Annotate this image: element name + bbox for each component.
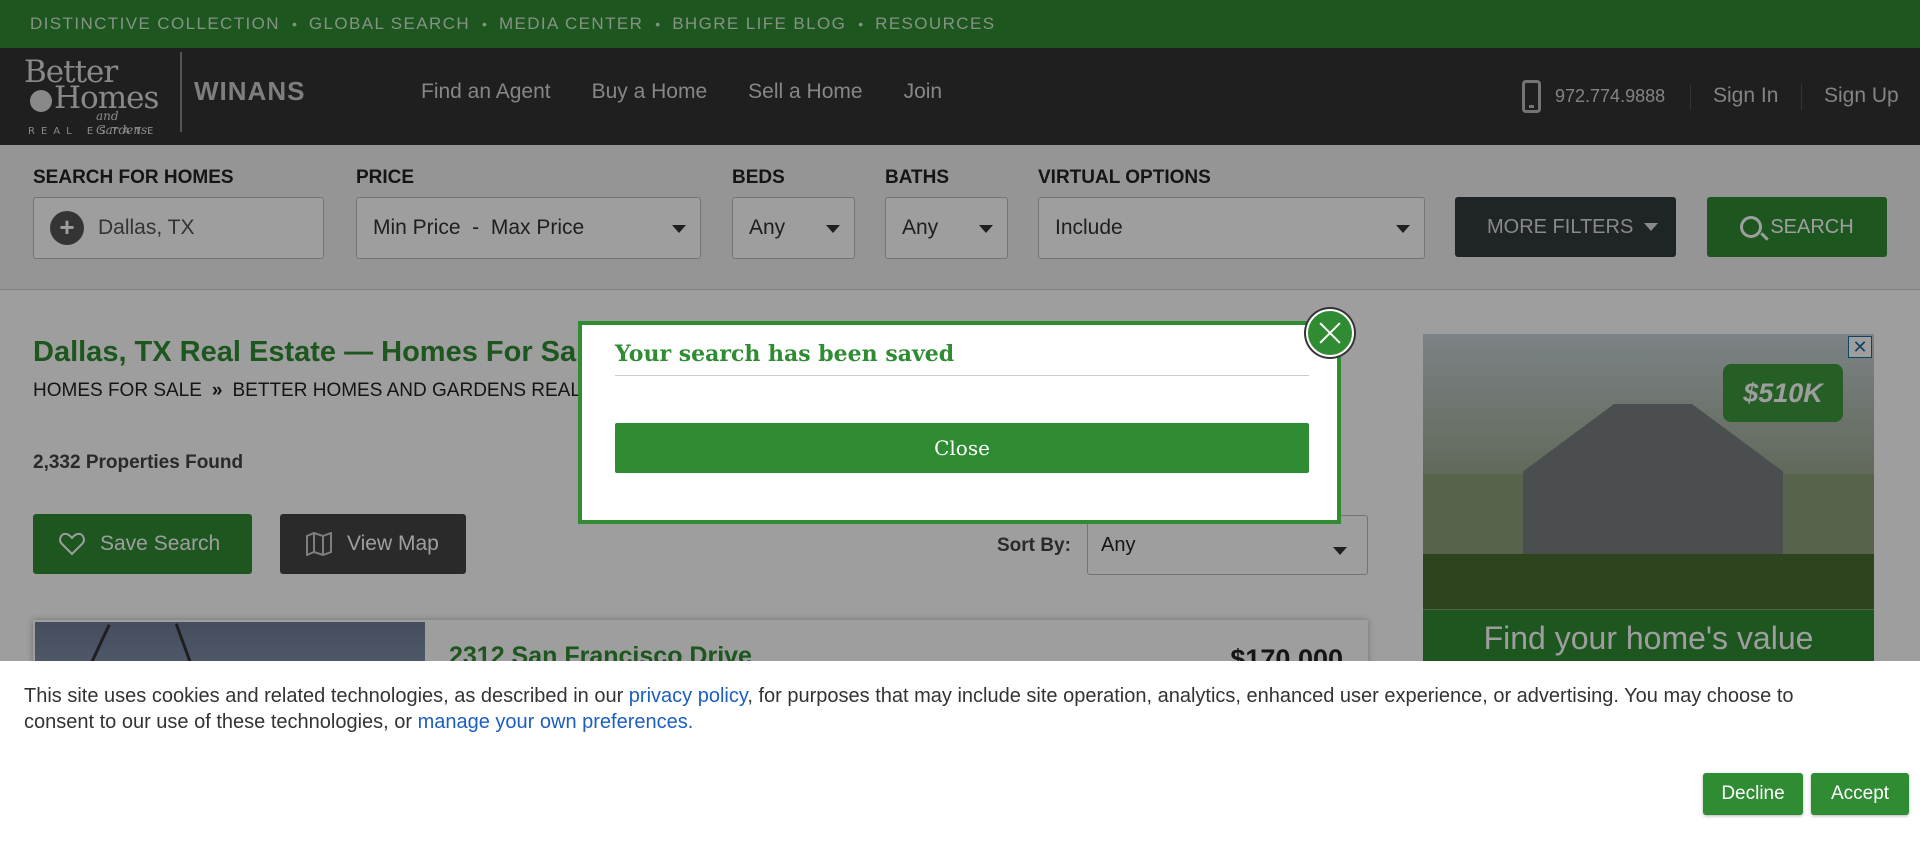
modal-close-button[interactable]: Close <box>615 423 1309 473</box>
manage-preferences-link[interactable]: manage your own preferences. <box>418 711 694 733</box>
accept-cookies-button[interactable]: Accept <box>1811 773 1909 815</box>
close-icon[interactable] <box>1306 309 1354 357</box>
saved-search-modal: Your search has been saved Close <box>578 321 1341 524</box>
cookie-text: This site uses cookies and related techn… <box>24 683 1920 735</box>
privacy-policy-link[interactable]: privacy policy <box>629 685 748 707</box>
modal-title: Your search has been saved <box>615 341 1309 376</box>
decline-cookies-button[interactable]: Decline <box>1703 773 1803 815</box>
cookie-text-part2: , for purposes that may include site ope… <box>747 685 1794 707</box>
cookie-text-line2: consent to our use of these technologies… <box>24 711 418 733</box>
cookie-banner: This site uses cookies and related techn… <box>0 661 1920 846</box>
cookie-text-part1: This site uses cookies and related techn… <box>24 685 629 707</box>
